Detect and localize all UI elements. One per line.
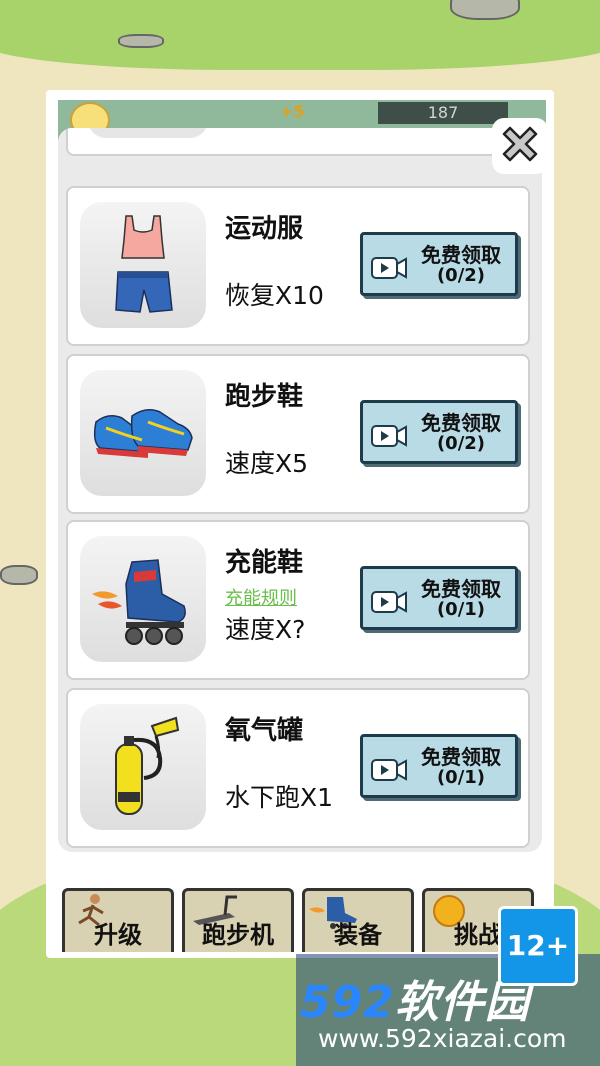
watermark-brand: 592软件园 — [300, 977, 530, 1028]
item-thumbnail — [80, 536, 206, 662]
tab-upgrade[interactable]: 升级 — [62, 888, 174, 952]
watermark-url: www.592xiazai.com — [318, 1024, 567, 1053]
item-name: 运动服 — [225, 214, 304, 244]
claim-button-label: 免费领取 — [421, 745, 501, 769]
close-button[interactable] — [492, 118, 548, 174]
item-effect: 速度X? — [225, 615, 306, 644]
video-ad-icon — [371, 257, 407, 279]
video-ad-icon — [371, 591, 407, 613]
running-shoe-icon — [93, 409, 193, 458]
free-claim-button[interactable]: 免费领取 (0/1) — [360, 566, 518, 630]
charge-rules-link[interactable]: 充能规则 — [225, 584, 297, 610]
tab-label: 升级 — [94, 921, 142, 949]
claim-button-count: (0/2) — [436, 265, 486, 286]
item-effect: 水下跑X1 — [225, 783, 334, 812]
tab-label: 装备 — [334, 921, 382, 949]
bonus-text: +5 — [280, 102, 305, 121]
sportswear-icon — [115, 215, 173, 313]
item-effect: 速度X5 — [225, 449, 309, 478]
oxygen-tank-icon — [115, 716, 180, 815]
video-ad-icon — [371, 759, 407, 781]
item-thumbnail — [80, 704, 206, 830]
item-list-panel: 运动服 恢复X10 免费领取 (0/2) 跑步鞋 速度X5 免费领取 (0/2)… — [58, 128, 542, 852]
claim-button-label: 免费领取 — [421, 243, 501, 267]
list-item: 氧气罐 水下跑X1 免费领取 (0/1) — [66, 688, 530, 848]
list-item: 跑步鞋 速度X5 免费领取 (0/2) — [66, 354, 530, 514]
item-thumbnail — [80, 202, 206, 328]
close-icon — [502, 126, 538, 162]
tab-equipment[interactable]: 装备 — [302, 888, 414, 952]
free-claim-button[interactable]: 免费领取 (0/1) — [360, 734, 518, 798]
coin-counter: 187 — [378, 102, 508, 124]
list-item: 充能鞋 充能规则 速度X? 免费领取 (0/1) — [66, 520, 530, 680]
list-item-partial — [66, 128, 530, 156]
claim-button-count: (0/1) — [436, 767, 486, 788]
item-name: 跑步鞋 — [225, 382, 304, 412]
video-ad-icon — [371, 425, 407, 447]
tab-label: 跑步机 — [202, 921, 274, 949]
claim-button-label: 免费领取 — [421, 577, 501, 601]
item-name: 充能鞋 — [225, 548, 304, 578]
claim-button-label: 免费领取 — [421, 411, 501, 435]
free-claim-button[interactable]: 免费领取 (0/2) — [360, 232, 518, 296]
item-thumbnail — [80, 370, 206, 496]
age-rating-badge: 12+ — [498, 906, 578, 986]
claim-button-count: (0/2) — [436, 433, 486, 454]
claim-button-count: (0/1) — [436, 599, 486, 620]
list-item: 运动服 恢复X10 免费领取 (0/2) — [66, 186, 530, 346]
item-effect: 恢复X10 — [225, 281, 324, 310]
rocket-skate-icon — [92, 559, 186, 645]
tab-treadmill[interactable]: 跑步机 — [182, 888, 294, 952]
item-name: 氧气罐 — [225, 716, 304, 746]
free-claim-button[interactable]: 免费领取 (0/2) — [360, 400, 518, 464]
bottom-toolbar: 升级 跑步机 装备 挑战 — [60, 888, 540, 952]
